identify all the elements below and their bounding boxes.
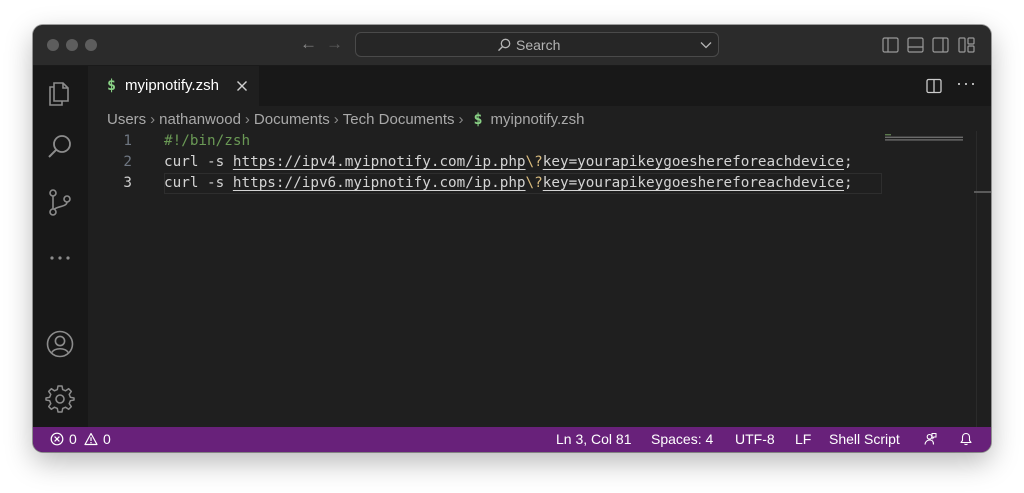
indentation-setting[interactable]: Spaces: 4 (651, 427, 713, 452)
chevron-right-icon: › (150, 111, 156, 128)
chevron-down-icon[interactable] (700, 40, 712, 50)
status-bar: 0 0 Ln 3, Col 81 Spaces: 4 UTF-8 LF Shel… (33, 427, 991, 452)
vertical-scrollbar[interactable] (976, 131, 991, 427)
close-icon[interactable] (236, 80, 248, 92)
chevron-right-icon: › (333, 111, 339, 128)
toggle-panel-icon[interactable] (907, 37, 924, 53)
escape-sequence: \? (525, 175, 543, 191)
explorer-icon[interactable] (45, 77, 75, 107)
ellipsis-icon[interactable] (45, 243, 75, 273)
title-bar: ← → Search (33, 25, 991, 66)
tab-label: myipnotify.zsh (125, 77, 219, 94)
search-icon (498, 38, 511, 52)
toggle-primary-sidebar-icon[interactable] (882, 37, 899, 53)
toggle-secondary-sidebar-icon[interactable] (932, 37, 949, 53)
split-editor-icon[interactable] (926, 78, 942, 94)
statement-end: ; (844, 175, 853, 191)
url-link[interactable]: https://ipv6.myipnotify.com/ip.php (233, 175, 526, 191)
zoom-window-button[interactable] (85, 39, 97, 51)
warning-icon[interactable] (84, 432, 98, 446)
close-window-button[interactable] (47, 39, 59, 51)
minimap[interactable] (885, 134, 977, 142)
statement-end: ; (844, 154, 853, 170)
chevron-right-icon: › (458, 111, 464, 128)
language-mode[interactable]: Shell Script (829, 427, 900, 452)
command-center-search[interactable]: Search (355, 32, 719, 57)
line-number: 3 (123, 175, 132, 191)
breadcrumb-item[interactable]: Users (107, 111, 146, 128)
line-number: 1 (123, 133, 132, 149)
customize-layout-icon[interactable] (958, 37, 975, 53)
breadcrumb-item[interactable]: nathanwood (159, 111, 241, 128)
activity-bar (33, 66, 88, 427)
code-editor[interactable]: 1 #!/bin/zsh 2 curl -s https://ipv4.myip… (88, 131, 991, 427)
error-icon[interactable] (50, 432, 64, 446)
go-forward-button[interactable]: → (326, 34, 343, 54)
account-icon[interactable] (45, 329, 75, 359)
search-icon[interactable] (45, 132, 75, 162)
shell-file-icon: $ (473, 110, 483, 128)
chevron-right-icon: › (244, 111, 250, 128)
search-label: Search (516, 37, 561, 53)
cursor-position[interactable]: Ln 3, Col 81 (556, 427, 632, 452)
minimize-window-button[interactable] (66, 39, 78, 51)
line-ending-setting[interactable]: LF (795, 427, 811, 452)
encoding-setting[interactable]: UTF-8 (735, 427, 775, 452)
line-number: 2 (123, 154, 132, 170)
breadcrumb-item[interactable]: Documents (254, 111, 330, 128)
url-link[interactable]: key=yourapikeygoeshereforeachdevice (543, 154, 844, 170)
command-text: curl -s (164, 175, 233, 191)
feedback-icon[interactable] (923, 432, 937, 446)
cursor-position-marker (974, 191, 991, 193)
command-text: curl -s (164, 154, 233, 170)
url-link[interactable]: key=yourapikeygoeshereforeachdevice (543, 175, 844, 191)
shell-file-icon: $ (107, 76, 117, 94)
more-actions-icon[interactable]: ··· (956, 73, 977, 93)
shebang-comment: #!/bin/zsh (164, 133, 251, 149)
escape-sequence: \? (525, 154, 543, 170)
source-control-icon[interactable] (45, 187, 75, 217)
gear-icon[interactable] (45, 384, 75, 414)
tab-myipnotify[interactable]: $ myipnotify.zsh (88, 66, 259, 106)
error-count[interactable]: 0 (69, 427, 77, 452)
code-line[interactable]: #!/bin/zsh (164, 131, 250, 152)
breadcrumb-item[interactable]: Tech Documents (343, 111, 455, 128)
editor-tab-strip: $ myipnotify.zsh ··· (88, 66, 991, 106)
warning-count[interactable]: 0 (103, 427, 111, 452)
bell-icon[interactable] (959, 432, 973, 446)
url-link[interactable]: https://ipv4.myipnotify.com/ip.php (233, 154, 526, 170)
breadcrumb-file[interactable]: myipnotify.zsh (491, 111, 585, 128)
go-back-button[interactable]: ← (300, 34, 317, 54)
breadcrumb: Users › nathanwood › Documents › Tech Document… (107, 109, 584, 129)
code-line[interactable]: curl -s https://ipv6.myipnotify.com/ip.p… (164, 173, 853, 194)
vscode-window: ← → Search $ myipnotify.zsh ··· Users › … (33, 25, 991, 452)
code-line[interactable]: curl -s https://ipv4.myipnotify.com/ip.p… (164, 152, 853, 173)
